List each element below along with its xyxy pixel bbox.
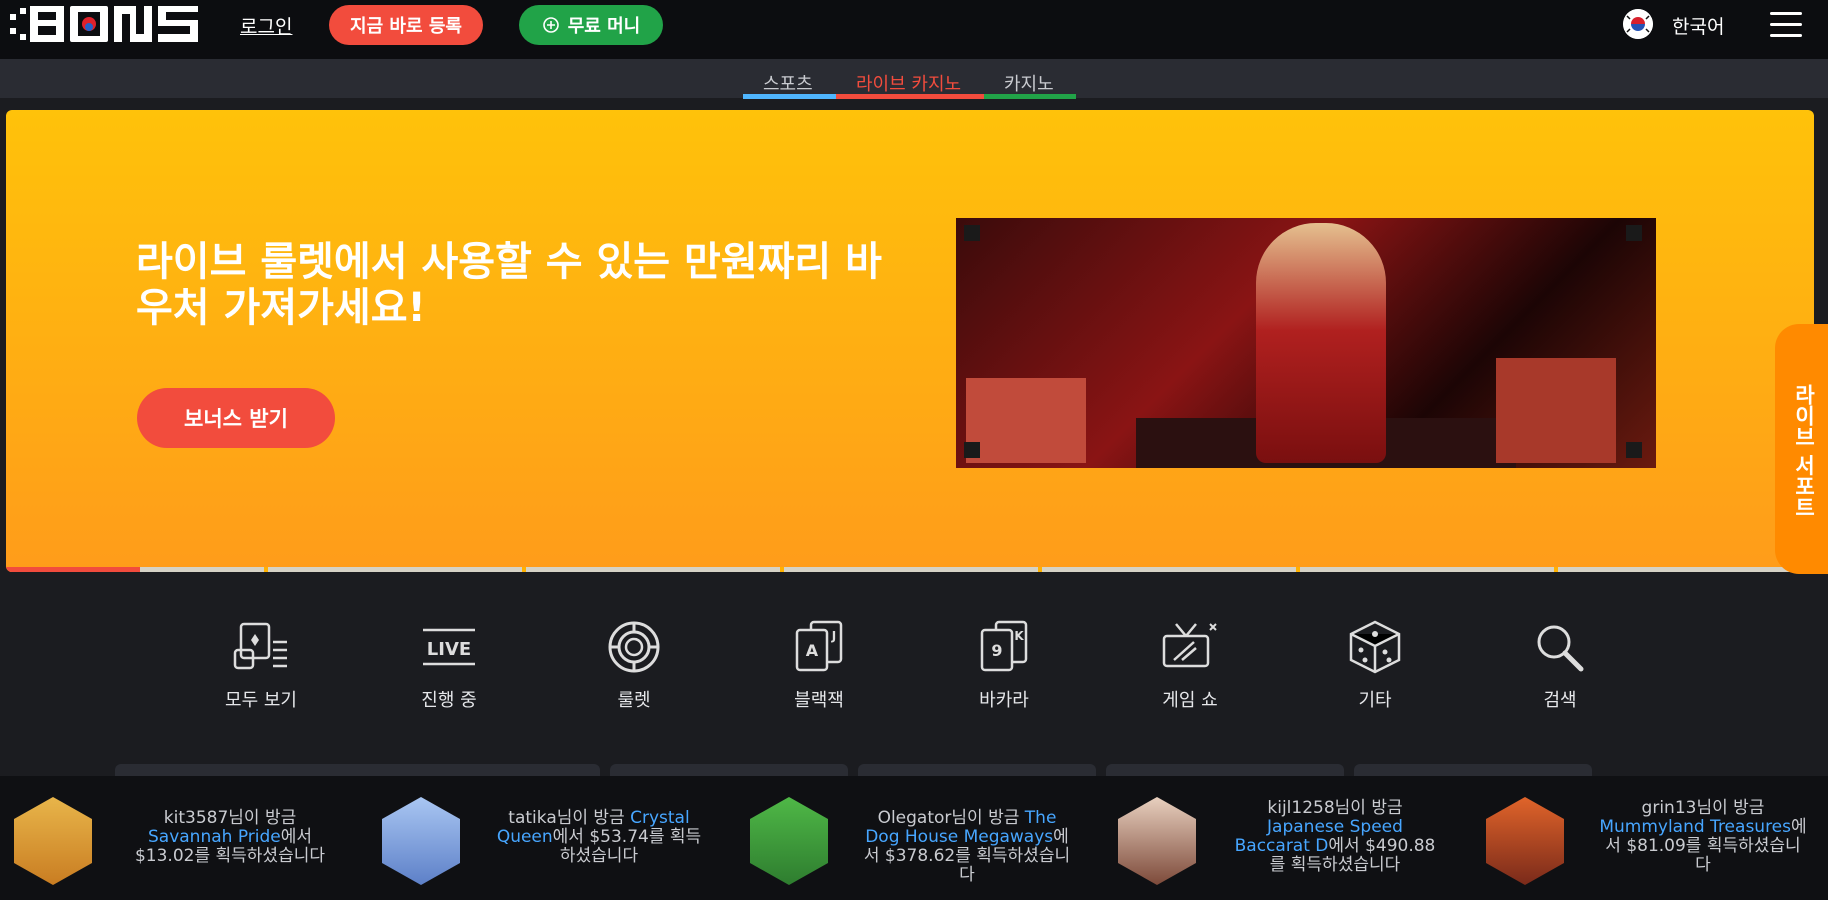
banner-slide-indicator[interactable] xyxy=(6,567,1814,572)
tab-casino[interactable]: 카지노 xyxy=(1004,70,1054,96)
category-baccarat[interactable]: 9 K 바카라 xyxy=(944,620,1064,712)
section-tabs: 스포츠 라이브 카지노 카지노 xyxy=(0,59,1828,98)
category-label: 기타 xyxy=(1358,690,1392,711)
winner-item: Olegator님이 방금 The Dog House Megaways에서 $… xyxy=(863,808,1071,885)
winner-item: grin13님이 방금 Mummyland Treasures에서 $81.09… xyxy=(1599,798,1807,875)
banner-image xyxy=(956,218,1656,468)
top-header: 로그인 지금 바로 등록 무료 머니 한국어 xyxy=(0,0,1828,59)
category-label: 바카라 xyxy=(979,690,1029,711)
category-label: 룰렛 xyxy=(617,690,651,711)
winner-game-link[interactable]: Savannah Pride xyxy=(148,827,281,847)
category-search[interactable]: 검색 xyxy=(1500,620,1620,712)
promo-banner[interactable]: 라이브 룰렛에서 사용할 수 있는 만원짜리 바우처 가져가세요! 보너스 받기 xyxy=(6,110,1814,572)
svg-text:LIVE: LIVE xyxy=(427,639,471,660)
category-label: 진행 중 xyxy=(421,690,477,711)
winner-user: tatika xyxy=(508,808,557,828)
bons-logo[interactable] xyxy=(10,4,202,46)
winner-user: Olegator xyxy=(877,808,952,828)
search-icon xyxy=(1537,625,1584,672)
all-games-icon xyxy=(233,622,287,670)
free-money-button[interactable]: 무료 머니 xyxy=(519,5,663,45)
winner-game-link[interactable]: Mummyland Treasures xyxy=(1599,817,1791,837)
winner-user: grin13 xyxy=(1641,798,1697,818)
tab-sports-underline xyxy=(743,94,836,99)
live-support-label: 라이브 서포트 xyxy=(1792,384,1816,518)
svg-text:9: 9 xyxy=(991,641,1002,660)
svg-text:K: K xyxy=(1014,629,1024,643)
get-bonus-label: 보너스 받기 xyxy=(184,407,288,431)
hamburger-menu-icon[interactable] xyxy=(1770,12,1802,38)
register-button[interactable]: 지금 바로 등록 xyxy=(329,5,483,45)
banner-title: 라이브 룰렛에서 사용할 수 있는 만원짜리 바우처 가져가세요! xyxy=(136,239,882,331)
category-roulette[interactable]: 룰렛 xyxy=(574,620,694,712)
category-game-show[interactable]: 게임 쇼 xyxy=(1130,620,1250,712)
gift-icon xyxy=(542,17,559,33)
winner-item: kit3587님이 방금 Savannah Pride에서 $13.02를 획득… xyxy=(134,808,325,866)
category-other[interactable]: 기타 xyxy=(1315,620,1435,712)
register-button-label: 지금 바로 등록 xyxy=(350,16,462,37)
roulette-icon xyxy=(608,621,660,673)
svg-text:A: A xyxy=(806,641,819,660)
winner-user: kijl1258 xyxy=(1267,798,1335,818)
live-support-button[interactable]: 라이브 서포트 xyxy=(1775,324,1828,574)
free-money-label: 무료 머니 xyxy=(567,16,641,37)
blackjack-icon: A J xyxy=(795,620,843,672)
baccarat-icon: 9 K xyxy=(980,620,1028,672)
language-selector[interactable]: 한국어 xyxy=(1672,12,1724,39)
category-all[interactable]: 모두 보기 xyxy=(201,620,321,712)
login-link[interactable]: 로그인 xyxy=(240,12,292,39)
category-label: 검색 xyxy=(1543,690,1577,711)
category-blackjack[interactable]: A J 블랙잭 xyxy=(759,620,879,712)
live-icon: LIVE xyxy=(423,628,475,666)
tab-live-casino[interactable]: 라이브 카지노 xyxy=(856,70,961,96)
get-bonus-button[interactable]: 보너스 받기 xyxy=(137,388,335,448)
category-label: 블랙잭 xyxy=(794,690,844,711)
game-show-icon xyxy=(1162,623,1217,668)
dice-icon xyxy=(1349,620,1401,674)
tab-sports[interactable]: 스포츠 xyxy=(763,70,813,96)
tab-casino-underline xyxy=(984,94,1076,99)
category-label: 모두 보기 xyxy=(225,690,297,711)
category-live[interactable]: LIVE 진행 중 xyxy=(389,620,509,712)
korea-flag-icon[interactable] xyxy=(1623,9,1653,39)
svg-text:J: J xyxy=(831,629,836,643)
winner-item: kijl1258님이 방금 Japanese Speed Baccarat D에… xyxy=(1234,798,1436,875)
winner-user: kit3587 xyxy=(163,808,229,828)
tab-live-casino-underline xyxy=(836,94,984,99)
winner-item: tatika님이 방금 Crystal Queen에서 $53.74를 획득하셨… xyxy=(496,808,702,866)
category-label: 게임 쇼 xyxy=(1162,690,1218,711)
